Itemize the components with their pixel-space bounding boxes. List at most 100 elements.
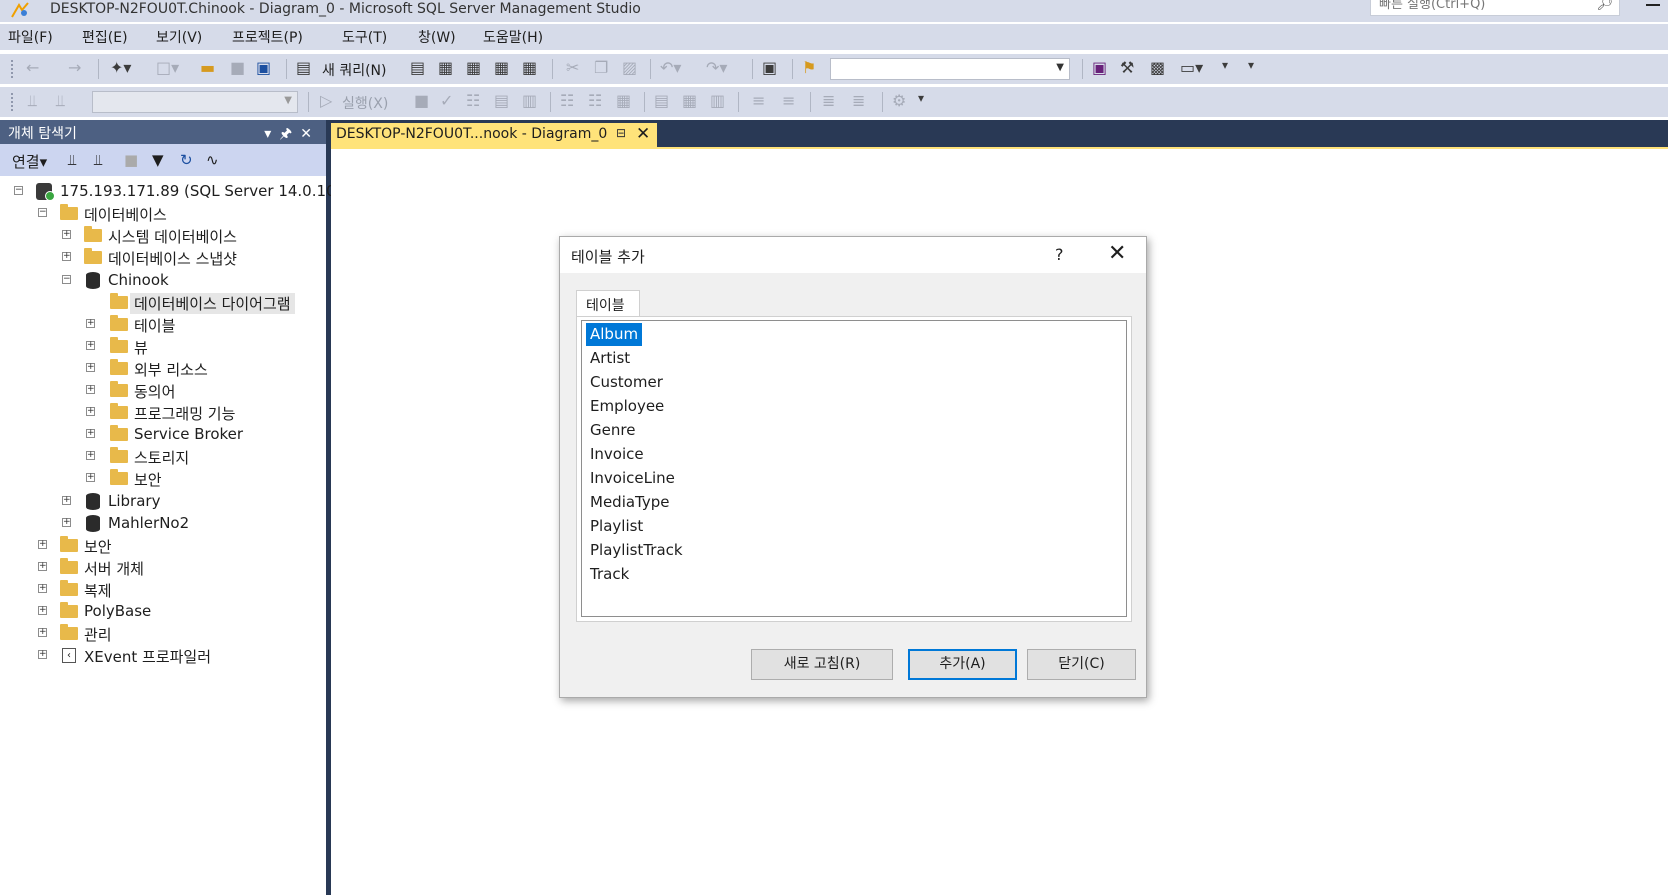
new-query-icon[interactable]: ▤ <box>296 58 311 77</box>
dmx-query-icon[interactable]: ▦ <box>438 58 453 77</box>
list-item[interactable]: Genre <box>586 419 639 442</box>
mdx-query-icon[interactable]: ▤ <box>410 58 425 77</box>
execute-icon[interactable]: ▷ <box>320 91 332 110</box>
display-plan-icon[interactable]: ☷ <box>466 91 480 110</box>
results-to-text-icon[interactable]: ▤ <box>654 91 669 110</box>
expand-icon[interactable]: + <box>86 363 95 372</box>
chevron-down-icon[interactable]: ▼ <box>284 95 292 106</box>
specify-values-icon[interactable]: ⚙ <box>892 91 906 110</box>
list-item[interactable]: PlaylistTrack <box>586 539 687 562</box>
undo-icon[interactable]: ↶▾ <box>660 58 681 77</box>
redo-icon[interactable]: ↷▾ <box>706 58 727 77</box>
list-item[interactable]: MediaType <box>586 491 674 514</box>
forward-icon[interactable]: → <box>68 58 81 77</box>
list-item[interactable]: Customer <box>586 371 667 394</box>
dax-query-icon[interactable]: ▦ <box>494 58 509 77</box>
tab-tables[interactable]: 테이블 <box>576 290 640 317</box>
quick-launch-input[interactable]: 빠른 실행(Ctrl+Q) 🔎︎ <box>1370 0 1620 16</box>
expand-icon[interactable]: + <box>38 584 47 593</box>
menu-file[interactable]: 파일(F) <box>8 27 53 47</box>
client-stats-icon[interactable]: ▦ <box>616 91 631 110</box>
pin-icon[interactable]: ⊟ <box>616 126 626 140</box>
save-icon[interactable]: ■ <box>230 58 245 77</box>
add-button[interactable]: 추가(A) <box>908 649 1017 680</box>
paste-icon[interactable]: ▨ <box>622 58 637 77</box>
close-icon[interactable]: ✕ <box>1108 241 1126 266</box>
refresh-icon[interactable]: ↻ <box>180 151 193 169</box>
intellisense-icon[interactable]: ☷ <box>560 91 574 110</box>
toolbar-grip[interactable] <box>10 92 14 112</box>
close-icon[interactable]: ✕ <box>636 124 650 144</box>
menu-view[interactable]: 보기(V) <box>156 27 202 47</box>
query-options-icon[interactable]: ▥ <box>522 91 537 110</box>
list-item[interactable]: Track <box>586 563 633 586</box>
increase-indent-icon[interactable]: ≣ <box>852 91 865 110</box>
menu-project[interactable]: 프로젝트(P) <box>232 27 303 47</box>
tab-diagram[interactable]: DESKTOP-N2FOU0T...nook - Diagram_0 ⊟ ✕ <box>331 123 657 147</box>
new-project-icon[interactable]: ✦▾ <box>110 58 131 77</box>
toolbox-icon[interactable]: ▩ <box>1150 58 1165 77</box>
activity-monitor-icon[interactable]: ∿ <box>206 151 219 169</box>
toolbar-overflow-icon[interactable]: ▾ <box>918 91 924 105</box>
new-query-button[interactable]: 새 쿼리(N) <box>322 60 387 80</box>
connect-icon[interactable]: ⫫ <box>28 91 37 111</box>
open-file-icon[interactable]: ▬ <box>200 58 215 77</box>
expand-icon[interactable]: + <box>86 473 95 482</box>
comment-icon[interactable]: ≡ <box>752 91 765 110</box>
save-all-icon[interactable]: ▣ <box>256 58 271 77</box>
expand-icon[interactable]: + <box>62 230 71 239</box>
expand-icon[interactable]: + <box>38 562 47 571</box>
list-item[interactable]: Album <box>586 323 643 346</box>
expand-icon[interactable]: + <box>86 385 95 394</box>
toolbar-overflow-icon[interactable]: ▾ <box>1248 58 1254 72</box>
xmla-query-icon[interactable]: ▦ <box>466 58 481 77</box>
dax-query-icon[interactable]: ▦ <box>522 58 537 77</box>
expand-icon[interactable]: + <box>38 606 47 615</box>
menu-edit[interactable]: 편집(E) <box>82 27 128 47</box>
expand-icon[interactable]: + <box>38 650 47 659</box>
back-icon[interactable]: ← <box>26 58 39 77</box>
menu-tools[interactable]: 도구(T) <box>342 27 387 47</box>
menu-help[interactable]: 도움말(H) <box>483 27 543 47</box>
results-to-grid-icon[interactable]: ▦ <box>682 91 697 110</box>
query-designer-icon[interactable]: ▤ <box>494 91 509 110</box>
copy-icon[interactable]: ❐ <box>594 58 608 77</box>
minimize-button[interactable] <box>1646 4 1660 6</box>
include-plan-icon[interactable]: ☷ <box>588 91 602 110</box>
stop-icon[interactable]: ■ <box>124 151 138 169</box>
list-item[interactable]: InvoiceLine <box>586 467 679 490</box>
list-item[interactable]: Artist <box>586 347 634 370</box>
collapse-icon[interactable]: − <box>38 208 47 217</box>
list-item[interactable]: Playlist <box>586 515 647 538</box>
solution-explorer-icon[interactable]: ▣ <box>1092 58 1107 77</box>
disconnect-icon[interactable]: ⫫ <box>94 151 102 169</box>
expand-icon[interactable]: + <box>86 429 95 438</box>
collapse-icon[interactable]: − <box>14 186 23 195</box>
properties-icon[interactable]: ⚒ <box>1120 58 1134 77</box>
expand-icon[interactable]: + <box>86 451 95 460</box>
search-icon[interactable]: 🔎︎ <box>1596 0 1613 13</box>
list-item[interactable]: Employee <box>586 395 668 418</box>
connect-dropdown[interactable]: 연결▾ <box>12 151 47 172</box>
connect-icon[interactable]: ⫫ <box>68 151 76 169</box>
uncomment-icon[interactable]: ≡ <box>782 91 795 110</box>
find-icon[interactable]: ⚑ <box>802 58 816 77</box>
parse-icon[interactable]: ✓ <box>440 91 453 110</box>
find-combo[interactable]: ▼ <box>830 58 1070 80</box>
collapse-icon[interactable]: − <box>62 275 71 284</box>
expand-icon[interactable]: + <box>62 496 71 505</box>
stop-icon[interactable]: ■ <box>414 91 429 110</box>
new-item-icon[interactable]: □▾ <box>156 58 179 77</box>
expand-icon[interactable]: + <box>62 518 71 527</box>
execute-button[interactable]: 실행(X) <box>342 93 388 113</box>
close-button[interactable]: 닫기(C) <box>1027 649 1136 680</box>
table-list[interactable]: Album Artist Customer Employee Genre Inv… <box>581 320 1127 617</box>
help-button[interactable]: ? <box>1055 245 1064 264</box>
change-connection-icon[interactable]: ⫫ <box>56 91 65 111</box>
database-combo[interactable]: ▼ <box>92 91 298 113</box>
expand-icon[interactable]: + <box>86 341 95 350</box>
expand-icon[interactable]: + <box>86 407 95 416</box>
expand-icon[interactable]: + <box>38 540 47 549</box>
toolbar-overflow-icon[interactable]: ▾ <box>1222 58 1228 72</box>
activity-monitor-icon[interactable]: ▣ <box>762 58 777 77</box>
